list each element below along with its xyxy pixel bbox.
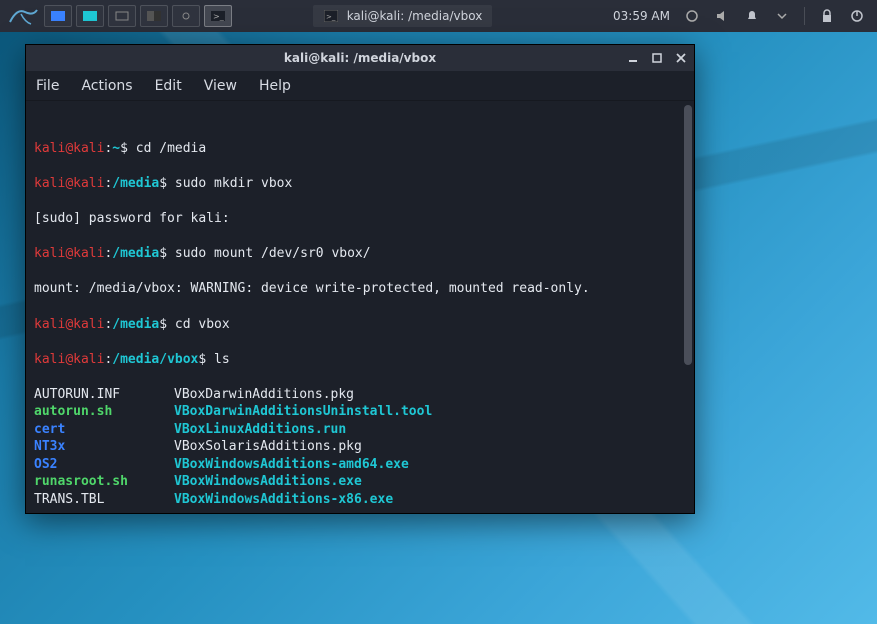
ls-listing: AUTORUN.INFVBoxDarwinAdditions.pkgautoru… bbox=[34, 386, 686, 509]
volume-icon[interactable] bbox=[714, 8, 730, 24]
mount-warning: mount: /media/vbox: WARNING: device writ… bbox=[34, 280, 686, 298]
menu-view[interactable]: View bbox=[204, 78, 237, 94]
cmd-ls: ls bbox=[214, 352, 230, 367]
ls-file: cert bbox=[34, 421, 174, 439]
panel-window-title: kali@kali: /media/vbox bbox=[347, 9, 483, 23]
ls-file: VBoxLinuxAdditions.run bbox=[174, 421, 686, 439]
ls-file: autorun.sh bbox=[34, 403, 174, 421]
menu-help[interactable]: Help bbox=[259, 78, 291, 94]
panel-active-window[interactable]: >_ kali@kali: /media/vbox bbox=[313, 5, 493, 27]
panel-clock[interactable]: 03:59 AM bbox=[613, 9, 670, 23]
svg-text:>_: >_ bbox=[326, 13, 336, 21]
ls-file: TRANS.TBL bbox=[34, 491, 174, 509]
cmd-mount: sudo mount /dev/sr0 vbox/ bbox=[175, 246, 371, 261]
lock-icon[interactable] bbox=[819, 8, 835, 24]
caret-down-icon[interactable] bbox=[774, 8, 790, 24]
menu-file[interactable]: File bbox=[36, 78, 59, 94]
ls-file: OS2 bbox=[34, 456, 174, 474]
ls-file: VBoxDarwinAdditions.pkg bbox=[174, 386, 686, 404]
scrollbar-thumb[interactable] bbox=[684, 105, 692, 365]
window-titlebar[interactable]: kali@kali: /media/vbox bbox=[26, 45, 694, 71]
ls-file: VBoxWindowsAdditions.exe bbox=[174, 473, 686, 491]
ls-file: VBoxWindowsAdditions-amd64.exe bbox=[174, 456, 686, 474]
menu-edit[interactable]: Edit bbox=[155, 78, 182, 94]
ls-file: VBoxSolarisAdditions.pkg bbox=[174, 438, 686, 456]
taskbar-app-3[interactable] bbox=[108, 5, 136, 27]
ls-file: NT3x bbox=[34, 438, 174, 456]
ls-file: runasroot.sh bbox=[34, 473, 174, 491]
sudo-prompt: [sudo] password for kali: bbox=[34, 210, 686, 228]
terminal-output[interactable]: kali@kali:~$ cd /media kali@kali:/media$… bbox=[26, 101, 694, 513]
cmd-cd-vbox: cd vbox bbox=[175, 317, 230, 332]
taskbar-app-2[interactable] bbox=[76, 5, 104, 27]
maximize-button[interactable] bbox=[650, 51, 664, 65]
cmd-cd-media: cd /media bbox=[136, 141, 206, 156]
cmd-mkdir: sudo mkdir vbox bbox=[175, 176, 292, 191]
kali-logo-icon[interactable] bbox=[6, 2, 40, 30]
top-panel: >_ >_ kali@kali: /media/vbox 03:59 AM bbox=[0, 0, 877, 32]
ls-file: VBoxWindowsAdditions-x86.exe bbox=[174, 491, 686, 509]
terminal-window: kali@kali: /media/vbox File Actions Edit… bbox=[25, 44, 695, 514]
tray-divider bbox=[804, 7, 805, 25]
prompt-user: kali bbox=[34, 141, 65, 156]
circle-icon[interactable] bbox=[684, 8, 700, 24]
terminal-menubar: File Actions Edit View Help bbox=[26, 71, 694, 101]
taskbar-app-1[interactable] bbox=[44, 5, 72, 27]
power-icon[interactable] bbox=[849, 8, 865, 24]
terminal-icon: >_ bbox=[323, 8, 339, 24]
menu-actions[interactable]: Actions bbox=[81, 78, 132, 94]
minimize-button[interactable] bbox=[626, 51, 640, 65]
window-title: kali@kali: /media/vbox bbox=[284, 51, 436, 65]
ls-file: AUTORUN.INF bbox=[34, 386, 174, 404]
ls-file: VBoxDarwinAdditionsUninstall.tool bbox=[174, 403, 686, 421]
taskbar-app-4[interactable] bbox=[140, 5, 168, 27]
bell-icon[interactable] bbox=[744, 8, 760, 24]
close-button[interactable] bbox=[674, 51, 688, 65]
